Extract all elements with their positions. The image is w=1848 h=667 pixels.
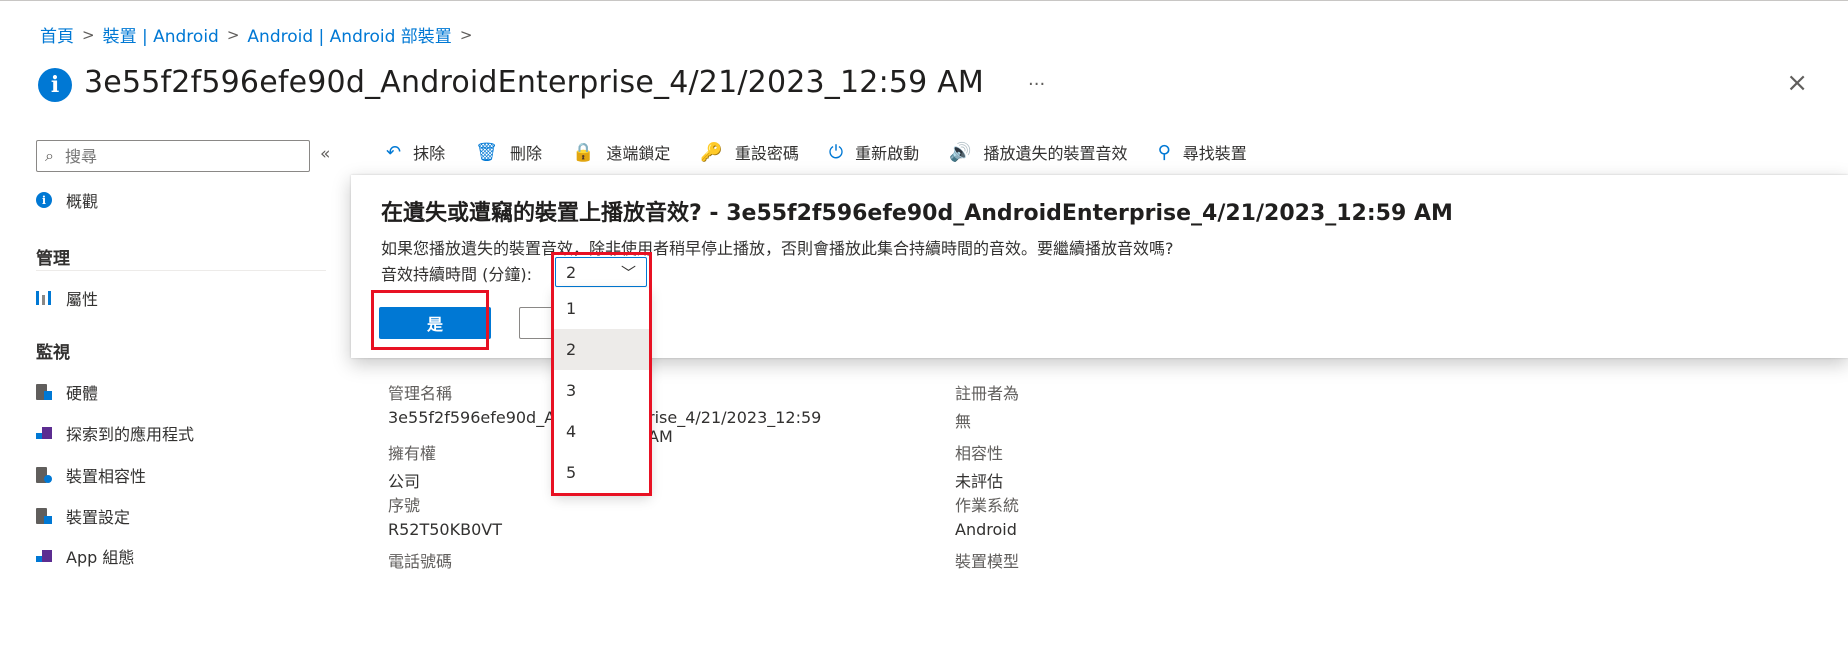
restart-button[interactable]: ⏻ 重新啟動 — [829, 140, 919, 164]
breadcrumb-devices-android[interactable]: 裝置 | Android — [103, 22, 219, 47]
sidebar-item-label: 屬性 — [66, 290, 99, 309]
page-title: 3e55f2f596efe90d_AndroidEnterprise_4/21/… — [84, 64, 985, 100]
sidebar-item-hardware[interactable]: 硬體 — [36, 380, 98, 404]
device-action-toolbar: ↶ 抹除 🗑 刪除 🔒 遠端鎖定 🔑 重設密碼 ⏻ 重新啟動 🔊 播放遺失的裝置音效 ⚲ 尋找… — [386, 140, 1277, 164]
ownership-label: 擁有權 — [388, 444, 437, 463]
delete-button[interactable]: 🗑 刪除 — [475, 140, 542, 164]
more-options-icon[interactable]: ··· — [1028, 74, 1045, 95]
breadcrumb-home[interactable]: 首頁 — [40, 22, 74, 47]
title-row: i 3e55f2f596efe90d_AndroidEnterprise_4/2… — [38, 62, 1045, 102]
apps-icon — [36, 425, 52, 441]
device-model-label: 裝置模型 — [955, 552, 1020, 571]
wipe-label: 抹除 — [413, 144, 446, 163]
compliance-label: 相容性 — [955, 444, 1004, 463]
undo-icon: ↶ — [386, 141, 402, 163]
compliance-field: 相容性 未評估 — [955, 440, 1003, 492]
play-sound-label: 播放遺失的裝置音效 — [983, 144, 1128, 163]
serial-label: 序號 — [388, 496, 421, 515]
serial-field: 序號 R52T50KB0VT — [388, 492, 502, 539]
os-field: 作業系統 Android — [955, 492, 1019, 539]
sidebar-item-label: 硬體 — [66, 384, 99, 403]
lock-icon: 🔒 — [571, 141, 595, 163]
collapse-sidebar-icon[interactable]: « — [320, 144, 330, 164]
info-icon: i — [38, 68, 72, 102]
enrolled-by-label: 註冊者為 — [955, 384, 1020, 403]
compliance-value: 未評估 — [955, 472, 1004, 491]
sidebar-item-properties[interactable]: 屬性 — [36, 286, 98, 310]
sidebar-item-device-config[interactable]: 裝置設定 — [36, 504, 130, 528]
close-icon[interactable]: × — [1786, 70, 1808, 96]
enrolled-by-value: 無 — [955, 412, 972, 431]
breadcrumb-separator: > — [82, 25, 95, 44]
sidebar-heading-monitor: 監視 — [36, 343, 70, 363]
duration-label: 音效持續時間 (分鐘): — [381, 265, 532, 284]
breadcrumb-separator: > — [226, 25, 240, 44]
sidebar-item-device-compliance[interactable]: 裝置相容性 — [36, 463, 146, 487]
management-name-value-right: rise_4/21/2023_12:59 AM — [648, 408, 822, 446]
info-icon: i — [36, 192, 52, 208]
sidebar-heading-manage: 管理 — [36, 249, 70, 269]
sidebar-item-label: 裝置設定 — [66, 508, 131, 527]
sidebar-item-label: 概觀 — [66, 192, 99, 211]
locate-label: 尋找裝置 — [1182, 144, 1247, 163]
search-box[interactable]: ⌕ — [36, 140, 310, 172]
device-model-field: 裝置模型 — [955, 548, 1019, 572]
dialog-title: 在遺失或遭竊的裝置上播放音效? - 3e55f2f596efe90d_Andro… — [381, 201, 1453, 226]
highlight-box-dropdown — [551, 252, 652, 496]
play-lost-sound-button[interactable]: 🔊 播放遺失的裝置音效 — [949, 140, 1127, 164]
compliance-icon — [36, 467, 52, 483]
power-icon: ⏻ — [828, 141, 844, 163]
os-label: 作業系統 — [955, 496, 1020, 515]
reset-passcode-label: 重設密碼 — [734, 144, 799, 163]
sidebar-item-app-config[interactable]: App 組態 — [36, 544, 134, 568]
top-border — [0, 0, 1848, 1]
app-config-icon — [36, 548, 52, 564]
sidebar-item-label: 探索到的應用程式 — [66, 425, 195, 444]
restart-label: 重新啟動 — [855, 144, 920, 163]
search-input[interactable] — [65, 146, 295, 166]
delete-label: 刪除 — [509, 144, 542, 163]
key-icon: 🔑 — [700, 141, 723, 163]
sidebar-item-label: 裝置相容性 — [66, 467, 147, 486]
breadcrumb-separator: > — [459, 25, 473, 44]
remote-lock-button[interactable]: 🔒 遠端鎖定 — [572, 140, 670, 164]
sidebar-item-discovered-apps[interactable]: 探索到的應用程式 — [36, 421, 194, 445]
dialog-message: 如果您播放遺失的裝置音效，除非使用者稍早停止播放，否則會播放此集合持續時間的音效… — [381, 239, 1174, 258]
breadcrumb: 首頁 > 裝置 | Android > Android | Android 部裝… — [40, 22, 473, 48]
speaker-icon: 🔊 — [949, 141, 972, 163]
sidebar-item-overview[interactable]: i 概觀 — [36, 188, 98, 212]
wipe-button[interactable]: ↶ 抹除 — [386, 140, 445, 164]
search-icon: ⌕ — [45, 146, 54, 165]
sidebar-item-label: App 組態 — [66, 548, 135, 567]
properties-icon — [36, 291, 51, 305]
reset-passcode-button[interactable]: 🔑 重設密碼 — [700, 140, 798, 164]
breadcrumb-android-devices[interactable]: Android | Android 部裝置 — [247, 22, 451, 47]
phone-field: 電話號碼 — [388, 548, 452, 572]
ownership-field: 擁有權 公司 — [388, 440, 436, 492]
device-config-icon — [36, 508, 52, 524]
phone-label: 電話號碼 — [388, 552, 453, 571]
enrolled-by-field: 註冊者為 無 — [955, 380, 1019, 432]
os-value: Android — [955, 520, 1017, 539]
location-pin-icon: ⚲ — [1157, 141, 1171, 163]
divider — [36, 270, 326, 271]
management-name-value-left: 3e55f2f596efe90d_A — [388, 408, 556, 427]
ownership-value: 公司 — [388, 472, 421, 491]
locate-device-button[interactable]: ⚲ 尋找裝置 — [1158, 140, 1247, 164]
serial-value: R52T50KB0VT — [388, 520, 502, 539]
remote-lock-label: 遠端鎖定 — [606, 144, 671, 163]
hardware-icon — [36, 384, 52, 400]
highlight-box-yes — [371, 290, 489, 350]
trash-icon: 🗑 — [475, 141, 498, 163]
